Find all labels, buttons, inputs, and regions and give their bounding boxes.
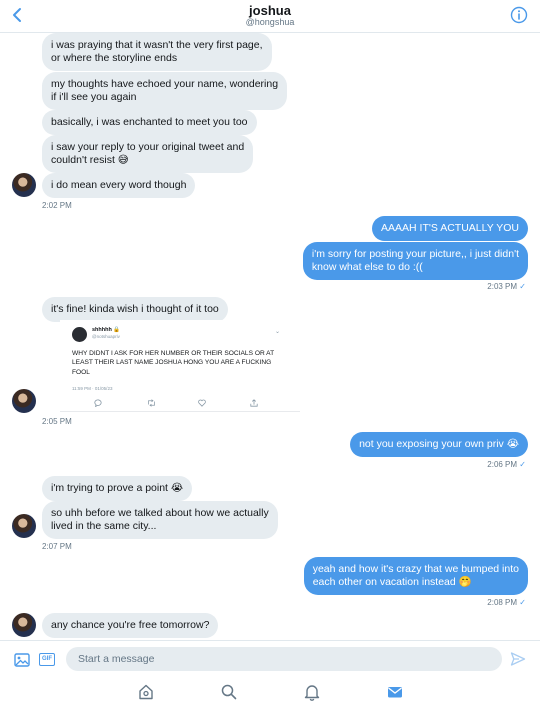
message-text: i was praying that it wasn't the very fi… — [51, 39, 263, 64]
like-icon[interactable] — [198, 399, 206, 407]
message-timestamp: 2:03 PM ✓ — [487, 282, 526, 291]
incoming-message[interactable]: so uhh before we talked about how we act… — [42, 501, 278, 539]
message-text: i do mean every word though — [51, 179, 187, 191]
outgoing-message[interactable]: not you exposing your own priv 😭 — [350, 432, 528, 457]
incoming-message[interactable]: i do mean every word though — [42, 173, 196, 198]
incoming-message[interactable]: i saw your reply to your original tweet … — [42, 135, 254, 173]
message-text: i saw your reply to your original tweet … — [51, 141, 245, 166]
chevron-down-icon[interactable]: ⌄ — [275, 328, 280, 335]
message-text: i'm sorry for posting your picture,, i j… — [311, 248, 519, 273]
timestamp-text: 2:03 PM — [487, 282, 518, 291]
embedded-tweet-card[interactable]: shhhhh 🔒 @notshuapriv ⌄ WHY DIDNT I ASK … — [60, 320, 300, 412]
outgoing-message[interactable]: i'm sorry for posting your picture,, i j… — [302, 242, 528, 280]
avatar[interactable] — [12, 173, 36, 197]
incoming-message[interactable]: basically, i was enchanted to meet you t… — [42, 110, 257, 135]
message-timestamp: 2:08 PM ✓ — [487, 598, 526, 607]
tweet-avatar — [72, 327, 87, 342]
share-icon[interactable] — [250, 399, 258, 407]
message-input[interactable] — [66, 647, 502, 671]
incoming-message[interactable]: i was praying that it wasn't the very fi… — [42, 33, 272, 71]
conversation-title: joshua — [249, 3, 291, 18]
timestamp-text: 2:08 PM — [487, 598, 518, 607]
avatar[interactable] — [12, 514, 36, 538]
image-icon[interactable] — [14, 653, 30, 667]
search-icon[interactable] — [220, 683, 238, 701]
conversation-header: joshua @hongshua — [0, 0, 540, 33]
retweet-icon[interactable] — [147, 399, 156, 407]
avatar[interactable] — [12, 613, 36, 637]
tweet-text: WHY DIDNT I ASK FOR HER NUMBER OR THEIR … — [72, 350, 274, 376]
info-icon[interactable] — [510, 6, 528, 24]
conversation-handle: @hongshua — [245, 17, 295, 27]
message-timestamp: 2:02 PM — [42, 201, 72, 210]
tweet-timestamp: 11:59 PM · 01/05/23 — [72, 386, 113, 391]
message-text: my thoughts have echoed your name, wonde… — [51, 78, 279, 103]
message-text: yeah and how it's crazy that we bumped i… — [312, 563, 519, 588]
outgoing-message[interactable]: AAAAH IT'S ACTUALLY YOU — [372, 216, 528, 241]
incoming-message[interactable]: it's fine! kinda wish i thought of it to… — [42, 297, 228, 322]
incoming-message[interactable]: my thoughts have echoed your name, wonde… — [42, 72, 288, 110]
message-text: so uhh before we talked about how we act… — [51, 507, 269, 532]
send-icon[interactable] — [510, 651, 526, 667]
home-icon[interactable] — [137, 683, 155, 701]
tweet-author-name: shhhhh 🔒 — [92, 327, 121, 333]
message-text: any chance you're free tomorrow? — [51, 619, 210, 631]
messages-icon[interactable] — [386, 683, 404, 701]
message-text: basically, i was enchanted to meet you t… — [51, 116, 248, 128]
timestamp-text: 2:06 PM — [487, 460, 518, 469]
read-check-icon: ✓ — [519, 598, 526, 607]
reply-icon[interactable] — [94, 399, 102, 407]
read-check-icon: ✓ — [519, 460, 526, 469]
outgoing-message[interactable]: yeah and how it's crazy that we bumped i… — [303, 557, 528, 595]
incoming-message[interactable]: i'm trying to prove a point 😭 — [42, 476, 193, 501]
message-composer: GIF — [0, 640, 540, 708]
gif-icon[interactable]: GIF — [39, 653, 55, 666]
message-timestamp: 2:07 PM — [42, 542, 72, 551]
message-text: it's fine! kinda wish i thought of it to… — [51, 303, 219, 315]
tweet-author-handle: @notshuapriv — [92, 334, 120, 339]
message-timestamp: 2:06 PM ✓ — [487, 460, 526, 469]
message-text: not you exposing your own priv 😭 — [359, 438, 519, 450]
message-text: AAAAH IT'S ACTUALLY YOU — [381, 222, 519, 234]
message-timestamp: 2:05 PM — [42, 417, 72, 426]
notifications-icon[interactable] — [303, 683, 321, 701]
read-check-icon: ✓ — [519, 282, 526, 291]
incoming-message[interactable]: any chance you're free tomorrow? — [42, 613, 219, 638]
avatar[interactable] — [12, 389, 36, 413]
message-text: i'm trying to prove a point 😭 — [51, 482, 184, 494]
